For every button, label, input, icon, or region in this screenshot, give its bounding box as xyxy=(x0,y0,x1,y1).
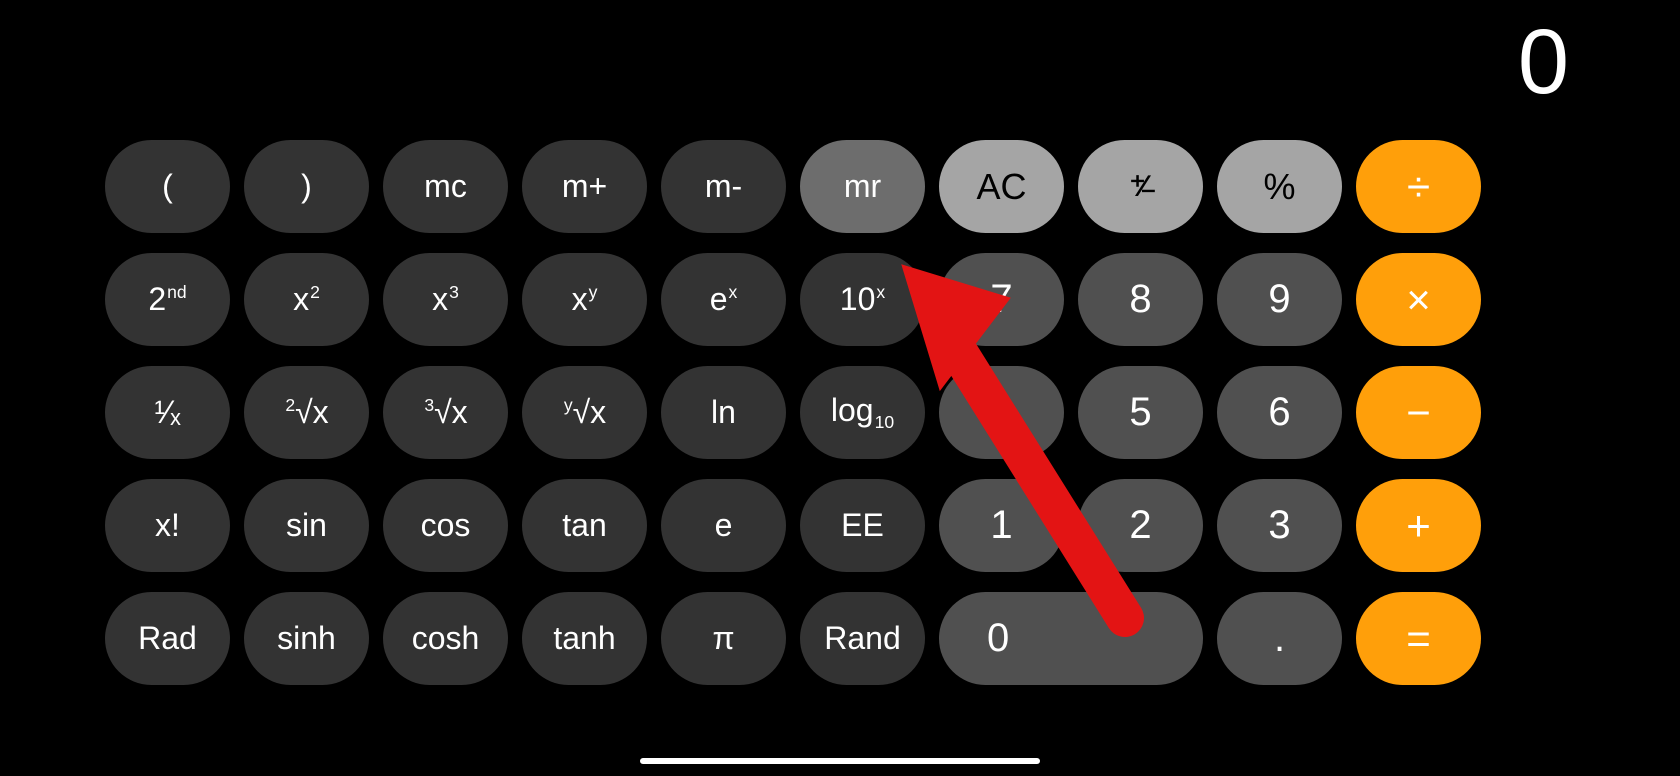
equals-button[interactable]: = xyxy=(1356,592,1481,685)
plus-button[interactable]: + xyxy=(1356,479,1481,572)
tanh-button[interactable]: tanh xyxy=(522,592,647,685)
digit-8-button[interactable]: 8 xyxy=(1078,253,1203,346)
square-root-button[interactable]: 2√x xyxy=(244,366,369,459)
rad-button[interactable]: Rad xyxy=(105,592,230,685)
e-button[interactable]: e xyxy=(661,479,786,572)
ac-button[interactable]: AC xyxy=(939,140,1064,233)
x-squared-button[interactable]: x2 xyxy=(244,253,369,346)
digit-1-button[interactable]: 1 xyxy=(939,479,1064,572)
digit-0-button[interactable]: 0 xyxy=(939,592,1203,685)
x-power-y-button[interactable]: xy xyxy=(522,253,647,346)
pi-button[interactable]: π xyxy=(661,592,786,685)
digit-9-button[interactable]: 9 xyxy=(1217,253,1342,346)
rand-button[interactable]: Rand xyxy=(800,592,925,685)
digit-2-button[interactable]: 2 xyxy=(1078,479,1203,572)
digit-4-button[interactable]: 4 xyxy=(939,366,1064,459)
divide-button[interactable]: ÷ xyxy=(1356,140,1481,233)
digit-5-button[interactable]: 5 xyxy=(1078,366,1203,459)
y-root-button[interactable]: y√x xyxy=(522,366,647,459)
cosh-button[interactable]: cosh xyxy=(383,592,508,685)
log10-button[interactable]: log10 xyxy=(800,366,925,459)
mminus-button[interactable]: m- xyxy=(661,140,786,233)
sin-button[interactable]: sin xyxy=(244,479,369,572)
digit-7-button[interactable]: 7 xyxy=(939,253,1064,346)
x-cubed-button[interactable]: x3 xyxy=(383,253,508,346)
mr-button[interactable]: mr xyxy=(800,140,925,233)
reciprocal-button[interactable]: ¹⁄ₓ xyxy=(105,366,230,459)
ln-button[interactable]: ln xyxy=(661,366,786,459)
button-grid: ( ) mc m+ m- mr AC ⁺∕₋ % ÷ 2nd x2 x3 xy … xyxy=(105,140,1481,685)
sinh-button[interactable]: sinh xyxy=(244,592,369,685)
ten-power-x-button[interactable]: 10x xyxy=(800,253,925,346)
e-power-x-button[interactable]: ex xyxy=(661,253,786,346)
ee-button[interactable]: EE xyxy=(800,479,925,572)
decimal-button[interactable]: . xyxy=(1217,592,1342,685)
tan-button[interactable]: tan xyxy=(522,479,647,572)
percent-button[interactable]: % xyxy=(1217,140,1342,233)
minus-button[interactable]: − xyxy=(1356,366,1481,459)
mc-button[interactable]: mc xyxy=(383,140,508,233)
cos-button[interactable]: cos xyxy=(383,479,508,572)
mplus-button[interactable]: m+ xyxy=(522,140,647,233)
multiply-button[interactable]: × xyxy=(1356,253,1481,346)
factorial-button[interactable]: x! xyxy=(105,479,230,572)
digit-6-button[interactable]: 6 xyxy=(1217,366,1342,459)
lparen-button[interactable]: ( xyxy=(105,140,230,233)
home-indicator xyxy=(640,758,1040,764)
digit-3-button[interactable]: 3 xyxy=(1217,479,1342,572)
plus-minus-button[interactable]: ⁺∕₋ xyxy=(1078,140,1203,233)
display-value: 0 xyxy=(1518,10,1570,115)
cube-root-button[interactable]: 3√x xyxy=(383,366,508,459)
rparen-button[interactable]: ) xyxy=(244,140,369,233)
plus-minus-glyph: ⁺∕₋ xyxy=(1130,169,1152,204)
second-button[interactable]: 2nd xyxy=(105,253,230,346)
